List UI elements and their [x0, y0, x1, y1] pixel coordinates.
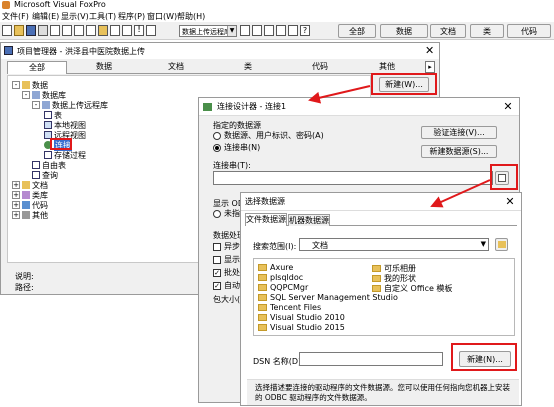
arrow-to-select-ds [430, 179, 491, 208]
arrow-to-designer [308, 85, 371, 104]
arrows-overlay [308, 85, 491, 208]
